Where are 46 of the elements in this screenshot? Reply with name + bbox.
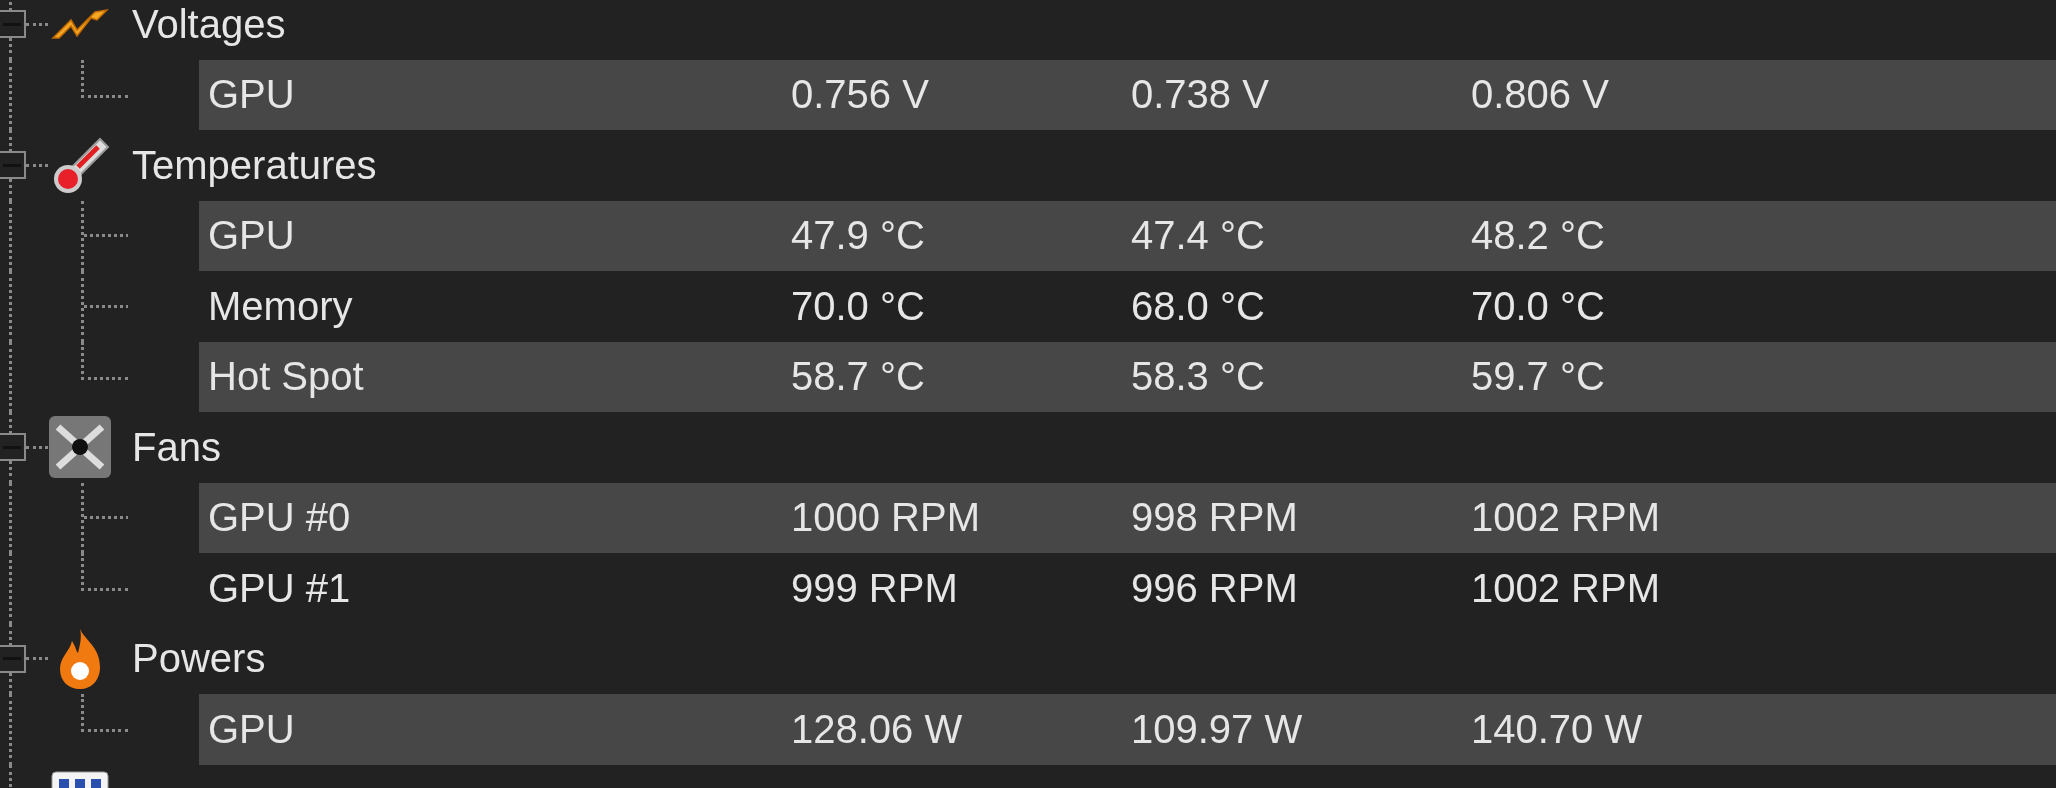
collapse-button[interactable] [0, 644, 26, 673]
sensor-reading: 128.06 W [791, 706, 964, 752]
tree-connector [81, 59, 128, 98]
sensor-reading: 998 RPM [1131, 495, 1299, 541]
sensor-reading: 48.2 °C [1471, 213, 1606, 259]
sensor-reading: 70.0 °C [791, 283, 926, 329]
group-label: Fans [132, 424, 221, 470]
group-label: Voltages [132, 1, 286, 47]
tree-connector [81, 694, 128, 733]
sensor-row[interactable]: Memory 70.0 °C 68.0 °C 70.0 °C [199, 271, 2056, 342]
sensor-reading: 1000 RPM [791, 495, 981, 541]
sensor-row[interactable]: GPU 47.9 °C 47.4 °C 48.2 °C [199, 200, 2056, 271]
sensor-reading: 47.4 °C [1131, 213, 1266, 259]
collapse-button[interactable] [0, 10, 26, 39]
group-label: Powers [132, 636, 266, 682]
sensor-reading: 70.0 °C [1471, 283, 1606, 329]
sensor-reading: 47.9 °C [791, 213, 926, 259]
sensor-name: GPU #0 [208, 495, 352, 541]
fan-icon [48, 415, 112, 480]
group-label: Temperatures [132, 142, 377, 188]
collapse-button[interactable] [0, 151, 26, 180]
sensor-row[interactable]: GPU 128.06 W 109.97 W 140.70 W [199, 694, 2056, 765]
sensor-name: GPU [208, 213, 296, 259]
collapse-button[interactable] [0, 433, 26, 462]
sensor-reading: 1002 RPM [1471, 565, 1661, 611]
sensor-name: Memory [208, 283, 354, 329]
sensor-row[interactable]: GPU 0.756 V 0.738 V 0.806 V [199, 59, 2056, 130]
sensor-name: GPU [208, 706, 296, 752]
sensor-name: GPU #1 [208, 565, 352, 611]
sensor-reading: 59.7 °C [1471, 354, 1606, 400]
sensor-reading: 999 RPM [791, 565, 959, 611]
sensor-row[interactable]: GPU #0 1000 RPM 998 RPM 1002 RPM [199, 482, 2056, 553]
sensor-reading: 0.738 V [1131, 72, 1270, 118]
sensor-reading: 0.806 V [1471, 72, 1610, 118]
sensor-reading: 109.97 W [1131, 706, 1304, 752]
sensor-reading: 58.7 °C [791, 354, 926, 400]
sensor-name: Hot Spot [208, 354, 365, 400]
sensor-reading: 58.3 °C [1131, 354, 1266, 400]
sensor-reading: 1002 RPM [1471, 495, 1661, 541]
sensor-reading: 996 RPM [1131, 565, 1299, 611]
sensor-name: GPU [208, 72, 296, 118]
sensor-row[interactable]: GPU #1 999 RPM 996 RPM 1002 RPM [199, 553, 2056, 624]
sensor-reading: 68.0 °C [1131, 283, 1266, 329]
sensor-row[interactable]: Hot Spot 58.7 °C 58.3 °C 59.7 °C [199, 341, 2056, 412]
sensor-reading: 0.756 V [791, 72, 930, 118]
sensor-reading: 140.70 W [1471, 706, 1644, 752]
